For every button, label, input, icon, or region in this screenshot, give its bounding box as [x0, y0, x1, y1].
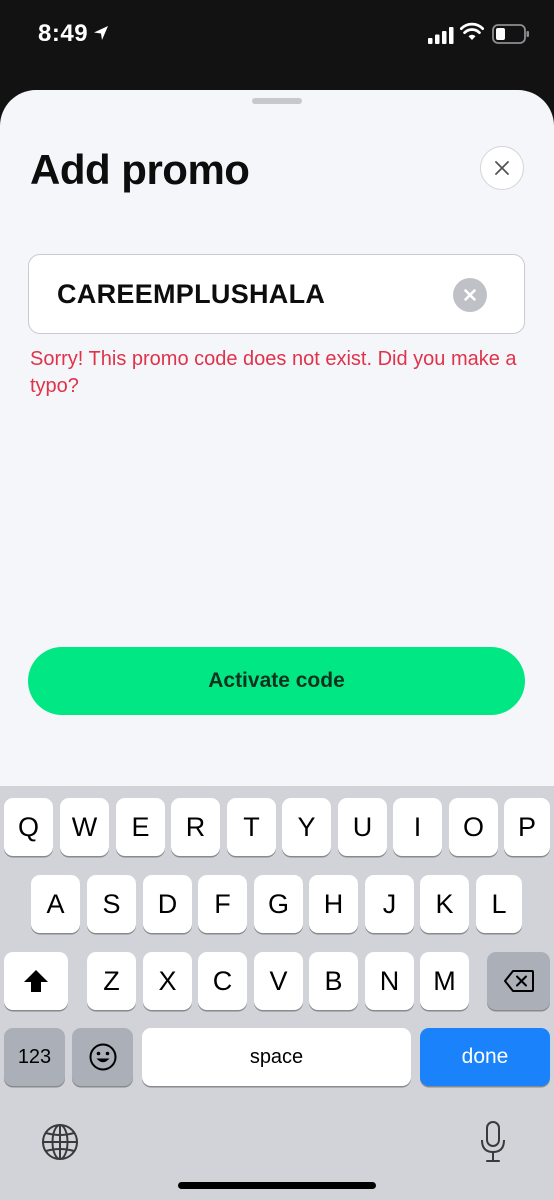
key-s[interactable]: S [87, 875, 136, 933]
cellular-signal-icon [428, 27, 454, 44]
key-i[interactable]: I [393, 798, 442, 856]
key-j[interactable]: J [365, 875, 414, 933]
shift-icon [24, 970, 48, 992]
key-h[interactable]: H [309, 875, 358, 933]
key-e[interactable]: E [116, 798, 165, 856]
key-c[interactable]: C [198, 952, 247, 1010]
promo-error-message: Sorry! This promo code does not exist. D… [30, 348, 517, 397]
activate-code-button[interactable]: Activate code [28, 647, 525, 715]
key-g[interactable]: G [254, 875, 303, 933]
globe-icon[interactable] [40, 1122, 80, 1162]
key-z[interactable]: Z [87, 952, 136, 1010]
key-d[interactable]: D [143, 875, 192, 933]
key-w[interactable]: W [60, 798, 109, 856]
keyboard: Q W E R T Y U I O P A S D F G H J K L Z … [0, 786, 554, 1200]
key-k[interactable]: K [420, 875, 469, 933]
key-a[interactable]: A [31, 875, 80, 933]
key-u[interactable]: U [338, 798, 387, 856]
wifi-icon [460, 22, 484, 40]
key-o[interactable]: O [449, 798, 498, 856]
backspace-key[interactable] [487, 952, 550, 1010]
close-button[interactable] [480, 146, 524, 190]
clear-icon [464, 289, 476, 301]
promo-code-value[interactable]: CAREEMPLUSHALA [57, 279, 325, 310]
key-x[interactable]: X [143, 952, 192, 1010]
key-t[interactable]: T [227, 798, 276, 856]
key-r[interactable]: R [171, 798, 220, 856]
emoji-key[interactable] [72, 1028, 133, 1086]
key-q[interactable]: Q [4, 798, 53, 856]
key-l[interactable]: L [476, 875, 522, 933]
sheet-grabber[interactable] [252, 98, 302, 104]
key-m[interactable]: M [420, 952, 469, 1010]
numbers-key[interactable]: 123 [4, 1028, 65, 1086]
home-indicator [178, 1182, 376, 1189]
battery-icon [492, 24, 529, 44]
space-key[interactable]: space [142, 1028, 411, 1086]
clear-input-button[interactable] [453, 278, 487, 312]
shift-key[interactable] [4, 952, 68, 1010]
key-v[interactable]: V [254, 952, 303, 1010]
key-n[interactable]: N [365, 952, 414, 1010]
emoji-icon [89, 1043, 116, 1071]
backspace-icon [503, 970, 534, 992]
close-icon [495, 161, 509, 175]
page-title: Add promo [30, 146, 250, 193]
status-bar: 8:49 [0, 0, 554, 70]
microphone-icon[interactable] [480, 1120, 506, 1164]
promo-code-input[interactable]: CAREEMPLUSHALA [28, 254, 525, 334]
key-f[interactable]: F [198, 875, 247, 933]
key-y[interactable]: Y [282, 798, 331, 856]
done-key[interactable]: done [420, 1028, 550, 1086]
key-p[interactable]: P [504, 798, 550, 856]
status-time: 8:49 [38, 20, 89, 47]
location-arrow-icon [94, 26, 108, 40]
add-promo-sheet: Add promo CAREEMPLUSHALA Sorry! This pro… [0, 90, 554, 790]
key-b[interactable]: B [309, 952, 358, 1010]
